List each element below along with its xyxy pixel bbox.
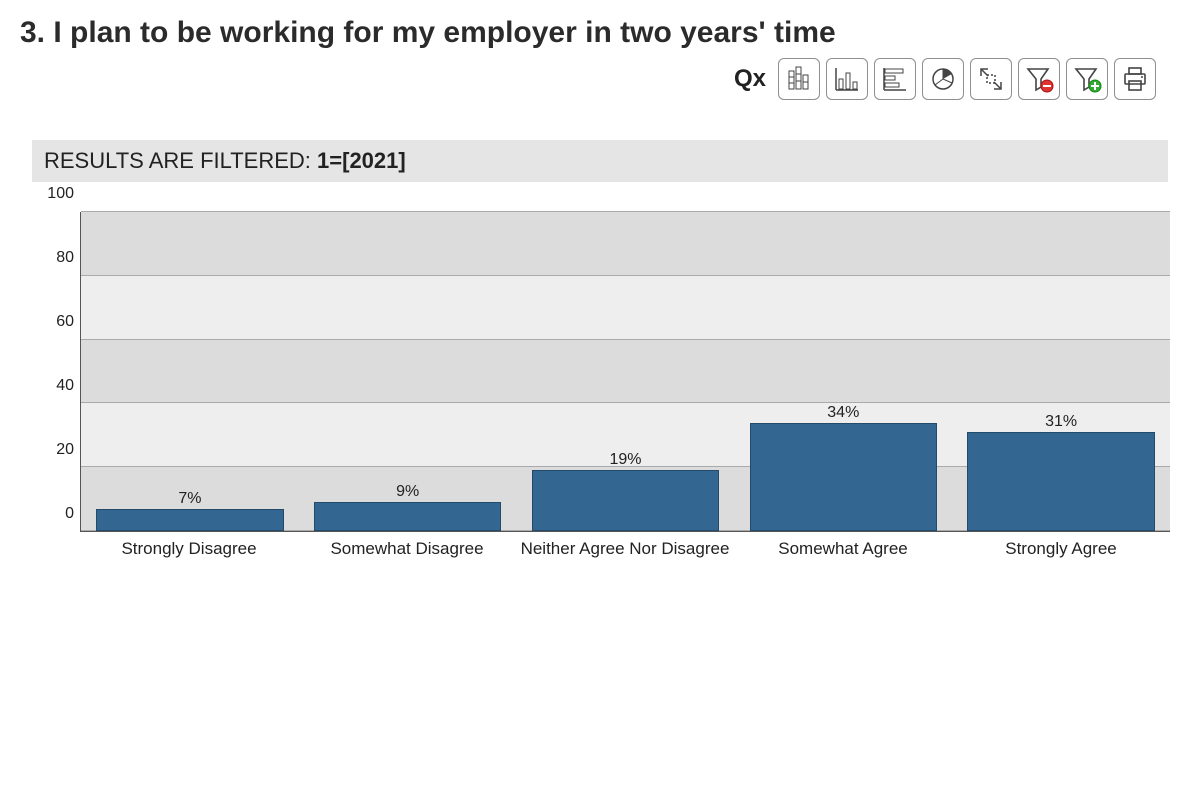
y-tick: 80 xyxy=(56,249,74,267)
question-title: 3. I plan to be working for my employer … xyxy=(20,16,1180,50)
filter-prefix: RESULTS ARE FILTERED: xyxy=(44,148,317,173)
bar-chart-icon[interactable] xyxy=(826,58,868,100)
bar-value-label: 31% xyxy=(1045,413,1077,431)
bar-chart: 020406080100 7%9%19%34%31% Strongly Disa… xyxy=(30,212,1170,559)
bar-value-label: 7% xyxy=(178,490,201,508)
y-tick: 100 xyxy=(47,185,74,203)
y-tick: 20 xyxy=(56,441,74,459)
bar-value-label: 34% xyxy=(827,404,859,422)
x-tick-label: Somewhat Disagree xyxy=(298,532,516,559)
bar: 19% xyxy=(532,470,719,531)
expand-icon[interactable] xyxy=(970,58,1012,100)
filter-banner: RESULTS ARE FILTERED: 1=[2021] xyxy=(32,140,1168,182)
qx-label[interactable]: Qx xyxy=(734,65,766,93)
question-number: 3. xyxy=(20,16,45,49)
y-tick: 0 xyxy=(65,505,74,523)
x-tick-label: Strongly Disagree xyxy=(80,532,298,559)
filter-add-icon[interactable] xyxy=(1066,58,1108,100)
plot-area: 7% 9% 19% 34% 31% xyxy=(80,212,1170,532)
y-axis: 020406080100 xyxy=(30,212,80,532)
y-tick: 60 xyxy=(56,313,74,331)
x-axis-labels: Strongly DisagreeSomewhat DisagreeNeithe… xyxy=(80,532,1170,559)
x-tick-label: Strongly Agree xyxy=(952,532,1170,559)
stacked-bar-icon[interactable] xyxy=(778,58,820,100)
bar-value-label: 9% xyxy=(396,483,419,501)
print-icon[interactable] xyxy=(1114,58,1156,100)
filter-remove-icon[interactable] xyxy=(1018,58,1060,100)
bar-value-label: 19% xyxy=(609,451,641,469)
horizontal-bar-icon[interactable] xyxy=(874,58,916,100)
chart-toolbar: Qx xyxy=(20,58,1180,100)
x-tick-label: Somewhat Agree xyxy=(734,532,952,559)
filter-value: 1=[2021] xyxy=(317,148,406,173)
bar: 9% xyxy=(314,502,501,531)
bar: 34% xyxy=(750,423,937,531)
y-tick: 40 xyxy=(56,377,74,395)
bar: 31% xyxy=(967,432,1154,531)
question-text: I plan to be working for my employer in … xyxy=(53,16,835,49)
x-tick-label: Neither Agree Nor Disagree xyxy=(516,532,734,559)
pie-chart-icon[interactable] xyxy=(922,58,964,100)
bar: 7% xyxy=(96,509,283,531)
